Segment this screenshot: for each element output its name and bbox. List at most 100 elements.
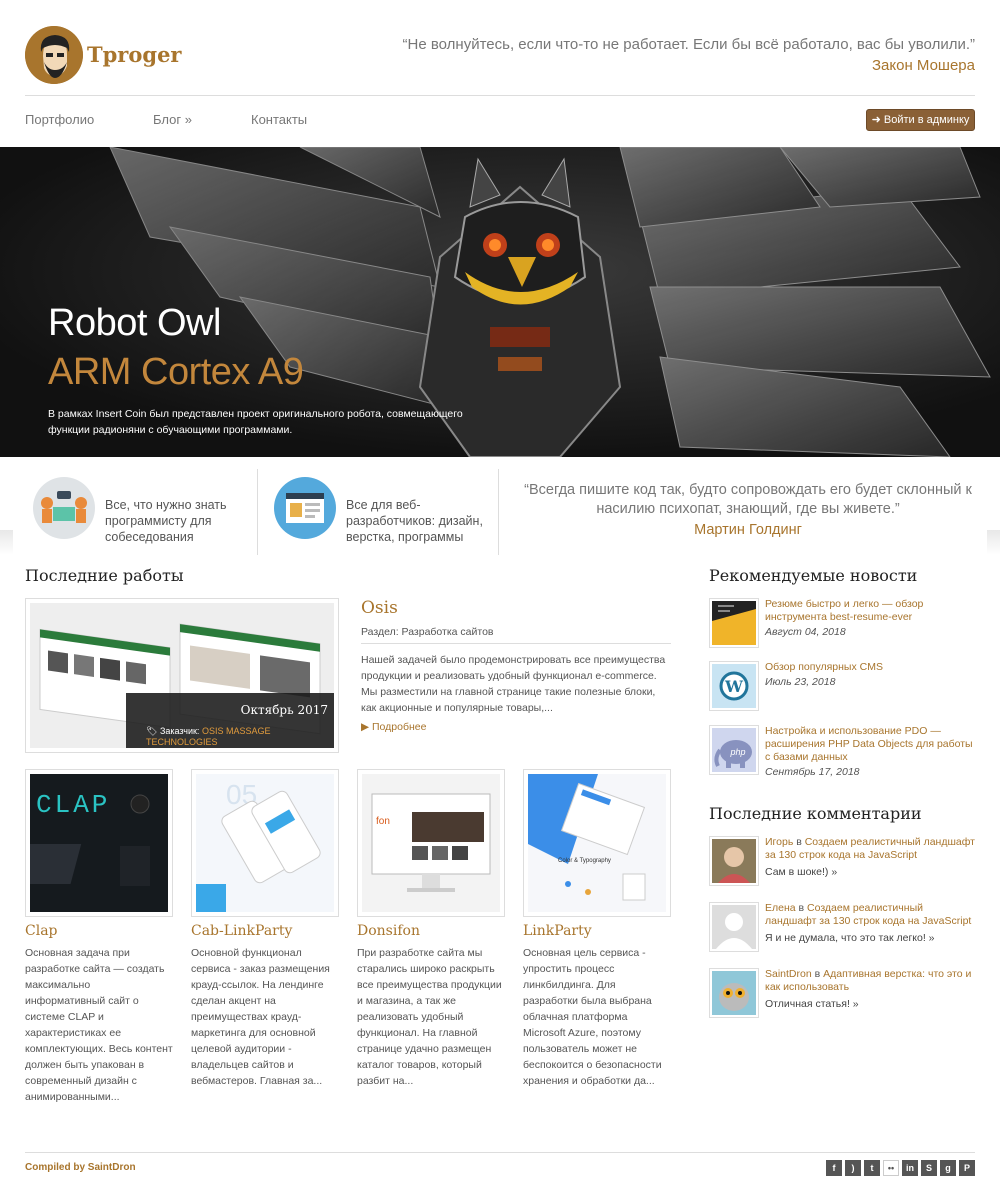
pinterest-icon[interactable]: P xyxy=(959,1160,975,1176)
news-thumbnail[interactable]: php xyxy=(709,725,759,775)
comment-text[interactable]: Я и не думала, что это так легко! » xyxy=(765,932,977,945)
nav-item-portfolio[interactable]: Портфолио xyxy=(25,112,94,127)
header-divider xyxy=(25,95,975,96)
work-thumbnail[interactable]: CLAP xyxy=(25,769,173,917)
featured-date: Октябрь 2017 xyxy=(240,703,328,717)
work-description: Основная задача при разработке сайта — с… xyxy=(25,947,173,1103)
site-brand[interactable]: Tproger xyxy=(87,42,182,67)
comment-author[interactable]: Елена xyxy=(765,902,796,914)
strip-divider xyxy=(257,469,258,555)
comment-joiner: в xyxy=(793,836,805,848)
feature-webdev-text: Все для веб-разработчиков: дизайн, верст… xyxy=(346,498,483,544)
resume-image xyxy=(712,601,756,645)
featured-work-thumbnail[interactable]: Октябрь 2017 🏷 Заказчик: OSIS MASSAGE TE… xyxy=(25,598,339,753)
header-quote-author: Закон Мошера xyxy=(872,57,975,74)
wordpress-icon: W xyxy=(712,664,756,708)
featured-client: 🏷 Заказчик: OSIS MASSAGE TECHNOLOGIES xyxy=(146,726,334,747)
work-card[interactable]: fon Donsifon При разработке сайта мы ста… xyxy=(357,769,505,1089)
news-thumbnail[interactable] xyxy=(709,598,759,648)
linkedin-icon[interactable]: in xyxy=(902,1160,918,1176)
google-plus-icon[interactable]: g xyxy=(940,1160,956,1176)
footer-credit[interactable]: Compiled by SaintDron xyxy=(25,1162,136,1173)
client-label: Заказчик: xyxy=(159,726,200,736)
hero-banner[interactable]: Robot Owl ARM Cortex A9 В рамках Insert … xyxy=(0,147,1000,457)
twitter-icon[interactable]: t xyxy=(864,1160,880,1176)
avatar[interactable] xyxy=(709,968,759,1018)
svg-text:W: W xyxy=(724,677,744,696)
news-title[interactable]: Обзор популярных CMS xyxy=(765,661,977,674)
featured-work-description: Нашей задачей было продемонстрировать вс… xyxy=(361,654,666,714)
comment-text[interactable]: Отличная статья! » xyxy=(765,998,977,1011)
lemur-avatar-image xyxy=(712,971,756,1015)
feature-strip: Все, что нужно знать программисту для со… xyxy=(13,457,987,555)
strip-quote: “Всегда пишите код так, будто сопровожда… xyxy=(523,481,973,540)
php-elephant-icon: php xyxy=(712,728,756,772)
comment-author[interactable]: SaintDron xyxy=(765,968,812,980)
linkparty-screenshot-image: Color & Typography xyxy=(528,774,666,912)
work-thumbnail[interactable]: Color & Typography xyxy=(523,769,671,917)
header-quote: “Не волнуйтесь, если что-то не работает.… xyxy=(403,34,975,76)
default-avatar-icon xyxy=(712,905,756,949)
strip-quote-author: Мартин Голдинг xyxy=(694,522,802,538)
comment-item[interactable]: SaintDron в Адаптивная верстка: что это … xyxy=(709,968,975,1018)
work-thumb-text: CLAP xyxy=(36,790,110,820)
comment-text[interactable]: Сам в шоке!) » xyxy=(765,866,977,879)
nav-item-blog[interactable]: Блог » xyxy=(153,112,192,127)
works-section-title: Последние работы xyxy=(25,566,184,585)
read-more-link[interactable]: ▶ Подробнее xyxy=(361,721,426,733)
news-title[interactable]: Настройка и использование PDO — расширен… xyxy=(765,725,977,764)
tag-icon: 🏷 xyxy=(146,726,158,736)
read-more-label: Подробнее xyxy=(372,721,427,733)
news-thumbnail[interactable]: W xyxy=(709,661,759,711)
logo-avatar-icon[interactable] xyxy=(25,26,83,84)
browser-window-icon xyxy=(274,477,336,539)
work-name[interactable]: Donsifon xyxy=(357,923,505,939)
news-item[interactable]: php Настройка и использование PDO — расш… xyxy=(709,725,977,778)
work-name[interactable]: LinkParty xyxy=(523,923,671,939)
news-item[interactable]: Резюме быстро и легко — обзор инструмент… xyxy=(709,598,975,648)
work-thumbnail[interactable]: fon xyxy=(357,769,505,917)
comment-item[interactable]: Елена в Создаем реалистичный ландшафт за… xyxy=(709,902,975,952)
work-card[interactable]: CLAP Clap Основная задача при разработке… xyxy=(25,769,173,1105)
site-header: Tproger “Не волнуйтесь, если что-то не р… xyxy=(25,26,975,96)
main-nav: Портфолио Блог » Контакты ➜ Войти в адми… xyxy=(25,108,975,134)
featured-divider xyxy=(361,643,671,644)
rss-icon[interactable]: ) xyxy=(845,1160,861,1176)
work-name[interactable]: Clap xyxy=(25,923,173,939)
flickr-icon[interactable]: •• xyxy=(883,1160,899,1176)
user-avatar-image xyxy=(712,839,756,883)
comment-joiner: в xyxy=(795,902,808,914)
news-date: Август 04, 2018 xyxy=(765,626,846,638)
facebook-icon[interactable]: f xyxy=(826,1160,842,1176)
news-item[interactable]: W Обзор популярных CMS Июль 23, 2018 xyxy=(709,661,975,711)
comment-author[interactable]: Игорь xyxy=(765,836,793,848)
work-name[interactable]: Cab-LinkParty xyxy=(191,923,339,939)
skype-icon[interactable]: S xyxy=(921,1160,937,1176)
work-thumbnail[interactable]: 05 xyxy=(191,769,339,917)
strip-quote-text: “Всегда пишите код так, будто сопровожда… xyxy=(524,482,972,517)
donsifon-screenshot-image: fon xyxy=(362,774,500,912)
news-title[interactable]: Резюме быстро и легко — обзор инструмент… xyxy=(765,598,977,624)
work-card[interactable]: 05 Cab-LinkParty Основной функционал сер… xyxy=(191,769,339,1089)
work-description: При разработке сайта мы старались широко… xyxy=(357,947,502,1087)
featured-work-title[interactable]: Osis xyxy=(361,598,398,618)
avatar[interactable] xyxy=(709,836,759,886)
work-description: Основной функционал сервиса - заказ разм… xyxy=(191,947,330,1087)
avatar[interactable] xyxy=(709,902,759,952)
work-description: Основная цель сервиса - упростить процес… xyxy=(523,947,662,1087)
work-thumb-text: fon xyxy=(376,816,390,827)
cablinkparty-screenshot-image: 05 xyxy=(196,774,334,912)
comment-item[interactable]: Игорь в Создаем реалистичный ландшафт за… xyxy=(709,836,975,886)
feature-interview[interactable]: Все, что нужно знать программисту для со… xyxy=(33,467,253,555)
nav-item-contacts[interactable]: Контакты xyxy=(251,112,307,127)
news-date: Сентябрь 17, 2018 xyxy=(765,766,860,778)
header-quote-text: “Не волнуйтесь, если что-то не работает.… xyxy=(402,36,975,53)
social-links: f ) t •• in S g P xyxy=(826,1160,975,1176)
news-section-title: Рекомендуемые новости xyxy=(709,566,918,585)
work-card[interactable]: Color & Typography LinkParty Основная це… xyxy=(523,769,671,1089)
admin-login-button[interactable]: ➜ Войти в админку xyxy=(866,109,975,131)
strip-divider xyxy=(498,469,499,555)
feature-webdev[interactable]: Все для веб-разработчиков: дизайн, верст… xyxy=(274,467,504,555)
featured-overlay: Октябрь 2017 🏷 Заказчик: OSIS MASSAGE TE… xyxy=(126,693,334,748)
clap-screenshot-image: CLAP xyxy=(30,774,168,912)
